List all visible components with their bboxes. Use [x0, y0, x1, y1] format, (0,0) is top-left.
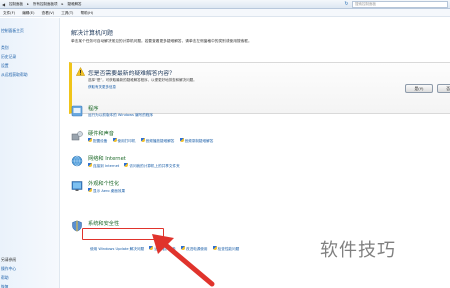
menu-tools[interactable]: 工具(T): [58, 9, 76, 17]
category-links: 配置设备 使用打印机 音频播放疑难解答 音频录制疑难解答: [88, 138, 217, 144]
shield-icon: [112, 138, 117, 142]
task-link[interactable]: 使用打印机: [112, 138, 136, 143]
see-also-heading: 另请参阅: [1, 257, 17, 262]
breadcrumb-separator: ▸: [27, 2, 29, 6]
category-links: 连接到 Internet 访问我的计算机上的共享文件夹: [88, 163, 184, 169]
breadcrumb[interactable]: 控制面板 ▸ 所有控制面板项 ▸ 疑难解答: [9, 1, 85, 8]
page-description: 单击某个任务可自动解决常见的计算机问题。若要查看更多疑难解答，请单击左侧窗格中的…: [71, 39, 252, 43]
category-appearance: 外观和个性化 显示 Aero 桌面效果: [71, 180, 441, 204]
category-title[interactable]: 系统和安全性: [88, 220, 119, 227]
banner-title: 您是否需要最新的疑难解答内容？: [88, 71, 175, 77]
breadcrumb-item[interactable]: 疑难解答: [68, 2, 82, 6]
nav-history[interactable]: 历史记录: [1, 54, 16, 60]
task-link[interactable]: 音频播放疑难解答: [140, 138, 174, 143]
hardware-sound-icon: [71, 131, 83, 141]
search-input[interactable]: 搜索控制面板: [352, 1, 448, 8]
task-link[interactable]: 连接到 Internet: [88, 163, 119, 168]
category-links: 显示 Aero 桌面效果: [88, 188, 129, 194]
programs-icon: [71, 105, 83, 117]
task-link[interactable]: 访问我的计算机上的共享文件夹: [124, 163, 180, 168]
page-title: 解决计算机问题: [71, 30, 114, 37]
task-link[interactable]: 显示 Aero 桌面效果: [88, 188, 125, 193]
menu-edit[interactable]: 编辑(E): [19, 9, 37, 17]
nav-action-center[interactable]: 操作中心: [1, 266, 16, 272]
category-title[interactable]: 外观和个性化: [88, 180, 119, 187]
task-link-windows-update[interactable]: 使用 Windows Update 解决问题: [90, 247, 144, 251]
nav-categories[interactable]: 类别: [1, 45, 9, 51]
category-title[interactable]: 硬件和声音: [88, 130, 114, 137]
shield-icon: [88, 163, 92, 167]
category-title[interactable]: 网络和 Internet: [88, 155, 126, 162]
category-programs: 程序 运行为以前版本的 Windows 编写的程序: [71, 105, 441, 129]
category-hardware-sound: 硬件和声音 配置设备 使用打印机 音频播放疑难解答 音频录制疑难解答: [71, 130, 441, 154]
task-link[interactable]: 配置设备: [88, 138, 107, 143]
navigate-back-icon[interactable]: ◀: [2, 2, 7, 7]
yes-button[interactable]: 是(Y): [405, 84, 433, 93]
breadcrumb-separator: ▸: [61, 2, 64, 6]
shield-icon: [179, 138, 184, 142]
menu-bar: 文件(F) 编辑(E) 查看(V) 工具(T) 帮助(H): [0, 9, 450, 17]
no-button[interactable]: 否(N): [437, 84, 450, 93]
banner-more-info-link[interactable]: 获取有关更多信息: [88, 85, 116, 90]
menu-help[interactable]: 帮助(H): [78, 9, 97, 17]
appearance-icon: [71, 181, 83, 191]
left-nav-pane: 控制面板主页 类别 历史记录 设置 从远程获取帮助 另请参阅 操作中心 帮助 恢…: [0, 18, 60, 288]
task-link[interactable]: 运行为以前版本的 Windows 编写的程序: [88, 113, 153, 117]
watermark-text: 软件技巧: [320, 240, 396, 261]
nav-control-panel-home[interactable]: 控制面板主页: [1, 28, 24, 34]
nav-settings[interactable]: 设置: [1, 63, 9, 69]
nav-recovery[interactable]: 恢复: [1, 284, 9, 288]
category-title[interactable]: 程序: [88, 105, 98, 112]
menu-file[interactable]: 文件(F): [0, 9, 18, 17]
shield-icon: [88, 138, 92, 142]
shield-icon: [124, 163, 129, 167]
category-network-internet: 网络和 Internet 连接到 Internet 访问我的计算机上的共享文件夹: [71, 155, 441, 179]
breadcrumb-item[interactable]: 所有控制面板项: [33, 2, 58, 6]
annotation-arrow-icon: [152, 234, 215, 287]
nav-help[interactable]: 帮助: [1, 275, 9, 281]
shield-icon: [140, 138, 145, 142]
shield-icon: [88, 188, 92, 192]
network-globe-icon: [71, 155, 83, 167]
nav-remote-help[interactable]: 从远程获取帮助: [1, 72, 28, 78]
warning-icon: [76, 67, 85, 76]
task-link[interactable]: 音频录制疑难解答: [179, 138, 213, 143]
banner-description: 选择“是”，可获取最新的疑难解答程序，以便更好地排查和解决问题。: [88, 78, 197, 82]
category-links: 运行为以前版本的 Windows 编写的程序: [88, 113, 157, 118]
address-bar: ◀ 控制面板 ▸ 所有控制面板项 ▸ 疑难解答 ↻ 搜索控制面板: [0, 0, 450, 9]
menu-view[interactable]: 查看(V): [39, 9, 57, 17]
breadcrumb-item[interactable]: 控制面板: [9, 2, 23, 6]
refresh-icon[interactable]: ↻: [343, 1, 350, 8]
